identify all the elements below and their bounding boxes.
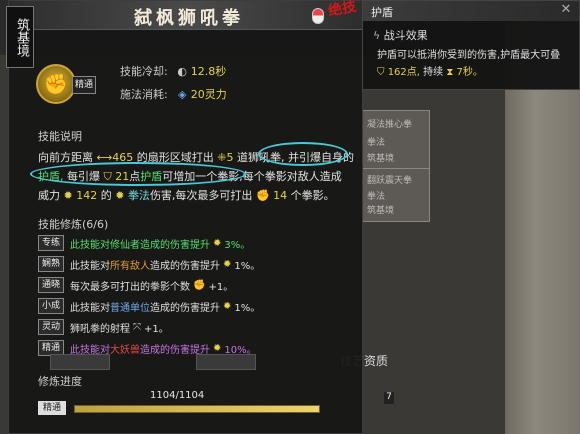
fist-shadow-icon: ✊ — [255, 189, 270, 202]
fist-sun-icon: ✹ — [115, 189, 125, 202]
cultivation-value: 3%。 — [224, 239, 251, 251]
popup-desc-line-2: ⛉ 162点, 持续 ⧗ 7秒。 — [377, 64, 577, 81]
background-card-2-name: 翻跃震天拳 — [367, 176, 413, 186]
skill-grade-badge: 精通 — [72, 76, 96, 94]
desc-text: 伤害,每次最多可打出 — [149, 189, 253, 202]
desc-text: 威力 — [38, 189, 60, 202]
progress-bar-fill — [75, 406, 319, 412]
cost-label: 施法消耗: — [120, 88, 168, 101]
lightning-icon: ϟ — [373, 29, 381, 42]
cultivation-row: 娴熟 此技能对 所有敌人 造成的伤害提升 ✹ 1%。 — [38, 255, 358, 273]
cultivation-target: 普通单位 — [110, 302, 150, 314]
desc-count-value: 5 — [226, 151, 234, 164]
cultivation-text: 狮吼拳的射程 — [70, 323, 130, 335]
cultivation-tag: 娴熟 — [38, 256, 64, 272]
cultivation-tag: 专练 — [38, 235, 64, 251]
mouse-icon — [312, 8, 324, 24]
range-arrows-icon: ⤧ — [133, 321, 141, 333]
popup-duration-value: 7秒。 — [456, 67, 483, 78]
moon-clock-icon: ◐ — [177, 65, 188, 78]
close-icon[interactable]: ✕ — [559, 3, 573, 17]
popup-subtitle: ϟ 战斗效果 — [373, 27, 428, 43]
description-heading: 技能说明 — [38, 130, 82, 143]
popup-description: 护盾可以抵消你受到的伤害,护盾最大可叠 ⛉ 162点, 持续 ⧗ 7秒。 — [377, 47, 577, 81]
cultivation-text: 每次最多可打出的拳影个数 — [70, 281, 190, 293]
fist-keyword: 拳法 — [127, 189, 150, 202]
popup-shield-value: 162点, — [387, 67, 420, 78]
cultivation-target: 所有敌人 — [110, 260, 150, 272]
cost-value: 20灵力 — [190, 88, 227, 101]
cultivation-text: 此技能对 — [70, 239, 110, 251]
cultivation-row: 小成 此技能对 普通单位 造成的伤害提升 ✹ 1%。 — [38, 297, 358, 315]
lion-fist-skill-icon: ✊ — [36, 64, 76, 104]
desc-text: 每个拳影对敌人造成 — [242, 170, 342, 183]
cultivation-row: 灵动 狮吼拳的射程 ⤧ +1。 — [38, 318, 358, 336]
progress-tier-badge: 精通 — [38, 401, 66, 415]
desc-max-value: 14 — [273, 189, 288, 202]
background-card-1-realm: 筑基境 — [367, 154, 395, 164]
cultivation-text: 造成的伤害提升 — [150, 260, 220, 272]
background-card-1-type: 拳法 — [367, 138, 386, 148]
cultivation-value: 1%。 — [234, 302, 261, 314]
desc-text: 的 — [100, 189, 112, 202]
shield-small-icon: ⛉ — [377, 67, 385, 78]
cultivation-tag: 小成 — [38, 298, 64, 314]
spirit-energy-icon: ◈ — [177, 88, 187, 101]
tooltip-header: 弑枫狮吼拳 — [9, 1, 364, 30]
progress-value: 1104/1104 — [150, 390, 205, 401]
ultimate-badge: 绝技 — [327, 0, 358, 20]
sun-icon: ✹ — [213, 342, 222, 354]
cooldown-row: 技能冷却: ◐ 12.8秒 — [120, 63, 226, 79]
cultivation-target: 修仙者 — [110, 239, 140, 251]
cultivation-value: 1%。 — [234, 260, 261, 272]
cultivation-value: +1。 — [208, 281, 234, 293]
power-sun-icon: ✹ — [63, 189, 73, 202]
cultivation-text: 此技能对 — [70, 260, 110, 272]
cultivation-target: 大妖兽 — [110, 344, 140, 356]
cultivation-heading: 技能修炼(6/6) — [38, 218, 109, 231]
popup-text: 持续 — [423, 67, 444, 78]
desc-text: 向前方距离 — [38, 151, 93, 164]
highlight-circle-1 — [258, 142, 348, 166]
cultivation-tag: 灵动 — [38, 319, 64, 335]
cultivation-text: 造成的伤害提升 — [150, 302, 220, 314]
background-card-2-realm: 筑基境 — [367, 206, 395, 216]
cultivation-text: 此技能对 — [70, 302, 110, 314]
description-line-3: 威力 ✹ 142 的 ✹ 拳法伤害,每次最多可打出 ✊ 14 个拳影。 — [38, 186, 356, 205]
background-card-2[interactable]: 翻跃震天拳 拳法 筑基境 — [362, 168, 430, 222]
sun-icon: ✹ — [213, 237, 222, 249]
background-card-2-type: 拳法 — [367, 192, 386, 202]
count-icon: ⁜ — [217, 151, 227, 164]
highlight-circle-2 — [30, 162, 246, 186]
cultivation-value: +1。 — [144, 323, 169, 335]
popup-header: 护盾 ✕ — [363, 1, 579, 21]
cultivation-tag: 通晓 — [38, 277, 64, 293]
cost-row: 施法消耗: ◈ 20灵力 — [120, 86, 227, 102]
cultivation-row: 通晓 每次最多可打出的拳影个数 ✊ +1。 — [38, 276, 358, 294]
desc-power-value: 142 — [76, 189, 98, 202]
progress-bar — [74, 405, 320, 413]
sun-icon: ✹ — [223, 258, 232, 270]
popup-subtitle-text: 战斗效果 — [383, 29, 428, 42]
hourglass-icon: ⧗ — [446, 67, 454, 78]
cooldown-label: 技能冷却: — [120, 65, 168, 78]
skill-title: 弑枫狮吼拳 — [134, 8, 244, 29]
shield-popup: 护盾 ✕ ϟ 战斗效果 护盾可以抵消你受到的伤害,护盾最大可叠 ⛉ 162点, … — [362, 0, 580, 90]
cultivation-text: 造成的伤害提升 — [140, 239, 210, 251]
desc-text: 个拳影。 — [290, 189, 335, 202]
background-side-value: 7 — [384, 392, 394, 404]
background-button-1[interactable] — [50, 354, 110, 370]
background-button-2[interactable] — [196, 354, 256, 370]
cooldown-value: 12.8秒 — [190, 65, 227, 78]
progress-heading: 修炼进度 — [38, 375, 82, 388]
realm-label: 筑基境 — [6, 6, 34, 68]
background-card-1-name: 凝法推心拳 — [367, 120, 413, 130]
fist-shadow-icon: ✊ — [193, 279, 206, 291]
popup-title: 护盾 — [371, 6, 393, 19]
cultivation-list: 专练 此技能对 修仙者 造成的伤害提升 ✹ 3%。 娴熟 此技能对 所有敌人 造… — [38, 234, 358, 360]
cultivation-row: 专练 此技能对 修仙者 造成的伤害提升 ✹ 3%。 — [38, 234, 358, 252]
popup-desc-line-1: 护盾可以抵消你受到的伤害,护盾最大可叠 — [377, 50, 561, 61]
sun-icon: ✹ — [223, 300, 232, 312]
